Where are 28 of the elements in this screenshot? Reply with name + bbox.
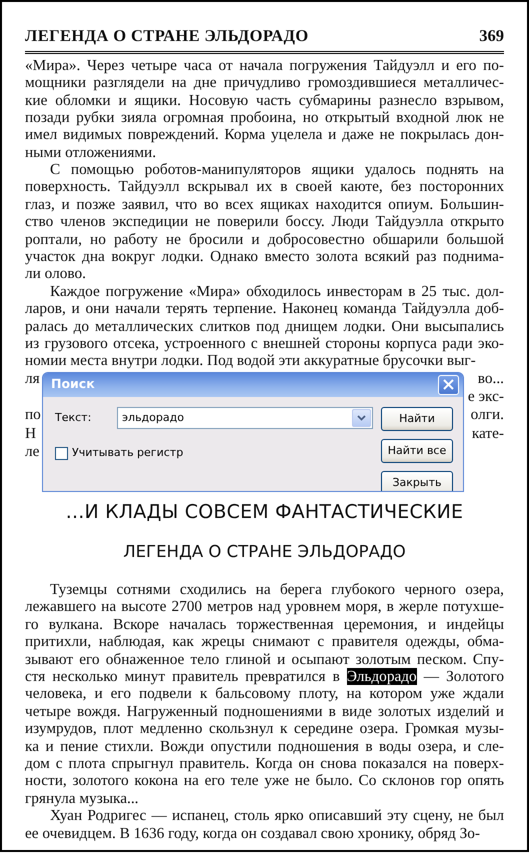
close-button[interactable] <box>438 374 459 395</box>
chapter-heading: ...И КЛАДЫ СОВСЕМ ФАНТАСТИЧЕСКИЕ <box>64 500 464 525</box>
text-fragment: Н <box>25 424 36 443</box>
text-fragment: е экс- <box>468 388 504 406</box>
search-field[interactable]: эльдорадо <box>117 406 373 429</box>
dropdown-button[interactable] <box>352 408 371 427</box>
section-heading: ЛЕГЕНДА О СТРАНЕ ЭЛЬДОРАДО <box>122 541 407 564</box>
checkbox[interactable] <box>55 446 68 460</box>
checkbox-label[interactable]: Учитывать регистр <box>72 444 184 462</box>
text-fragment: олги. <box>470 406 504 425</box>
paragraph: Туземцы сотнями сходились на берега глубокого черного озера, лежавшего на высоте 2700 метров над уровнем моря, в жерле потухше- го вулкана. Вскоре началась торжественная церемония, и индейцы притихли, наблюдая, как жрецы снимают с правителя одежды, обма- зывают его обнаженное тело глиной и осыпают золотым песком. Спу- стя несколько минут правитель превратился в Эльдорадо — Золотого человека, и его подвели к бальсовому плоту, на котором уже ждали четыре вождя. Нагруженный подношениями в виде золотых изделий и изумрудов, плот медленно скользнул к середине озера. Громкая музы- ка и пение стихли. Вожди опустили подношения в воды озера, и сле- дом с плота спрыгнул правитель. Когда он снова показался на поверх- ности, золотого кокона на его теле уже не было. Со склонов гор опять грянула музыка... <box>25 581 504 808</box>
page-number: 369 <box>479 25 504 47</box>
dialog-title: Поиск <box>51 375 95 394</box>
text-fragment: ля <box>25 370 40 388</box>
text-fragment: во... <box>478 370 504 388</box>
paragraph: Хуан Родригес — испанец, столь ярко описавший эту сцену, не был ее очевидцем. В 1636 году, когда он создавал свою хронику, обряд Зо- <box>25 807 504 842</box>
text-fragment: по <box>25 406 41 425</box>
dialog-button[interactable]: Найти все <box>381 438 453 463</box>
text-fragment: ле <box>25 442 40 462</box>
dialog-button[interactable]: Найти <box>381 406 453 431</box>
caret-icon <box>357 414 366 421</box>
running-header: ЛЕГЕНДА О СТРАНЕ ЭЛЬДОРАДО <box>25 25 309 47</box>
close-icon <box>443 379 454 390</box>
paragraph: «Мира». Через четыре часа от начала погружения Тайдуэлл и его по- мощники разглядели на дне причудливо громоздившиеся металличес- кие обломки и ящики. Носовую часть субмарины разнесло взрывом, позади рубки зияла огромная пробоина, но открытый входной люк не имел видимых повреждений. Корма уцелела и даже не покрылась дон- ными отложениями. <box>25 56 504 162</box>
field-label: Текст: <box>55 410 92 426</box>
text-fragment: кате- <box>472 424 504 443</box>
paragraph: С помощью роботов-манипуляторов ящики удалось поднять на поверхность. Тайдуэлл вскрывал их в своей каюте, без посторонних глаз, и позже заявил, что во всех ящиках находится опиум. Большин- ство членов экспедиции не поверили боссу. Люди Тайдуэлла открыто роптали, но работу не бросили и добросовестно обшарили большой участок дна вокруг лодки. Однако вместо золота всякий раз поднима- ли олово. <box>25 161 504 283</box>
dialog-button[interactable]: Закрыть <box>381 470 453 491</box>
